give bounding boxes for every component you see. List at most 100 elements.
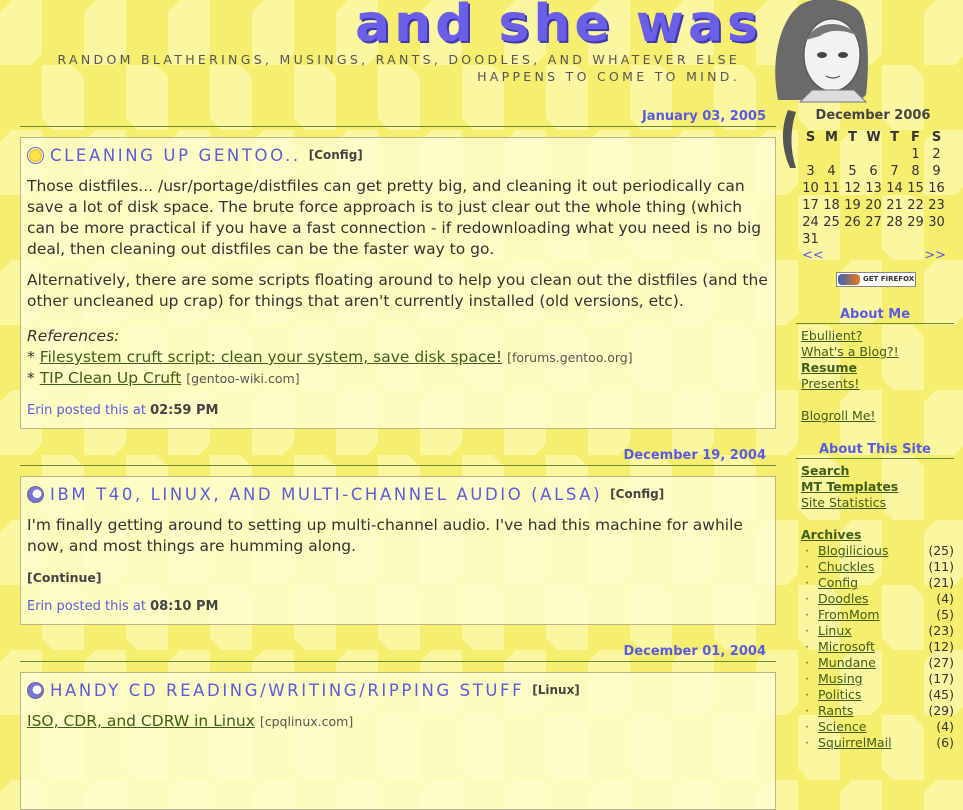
firefox-icon [838,274,860,285]
search-link[interactable]: Search [801,463,849,478]
weekday: T [848,130,857,145]
archive-count: (23) [928,623,954,638]
calendar-week: 17 18 19 20 21 22 23 [800,197,947,214]
about-me-link[interactable]: Presents! [801,376,859,391]
calendar-day [842,146,863,163]
post-time[interactable]: 08:10 PM [150,599,218,614]
archive-link[interactable]: Mundane [818,655,924,671]
entry-title[interactable]: HANDY CD READING/WRITING/RIPPING STUFF [50,681,524,700]
archives-list: · Blogilicious (25) · Chuckles (11) · Config(… [796,543,954,751]
calendar-day: 7 [890,164,899,179]
archive-item: · Science (4) [805,719,954,735]
archive-item: · Mundane (27) [805,655,954,671]
moon-icon [27,485,44,503]
calendar-title: December 2006 [815,108,931,123]
entry-date: January 03, 2005 [20,108,776,127]
calendar-day: 31 [802,232,819,247]
archive-item: · Blogilicious (25) [805,543,954,559]
calendar-day: 25 [823,215,840,230]
calendar-prev-link[interactable]: << [802,248,824,263]
archive-link[interactable]: Chuckles [818,559,924,575]
entry-body: ISO, CDR, and CDRW in Linux [cpqlinux.co… [27,711,769,732]
entry-date: December 01, 2004 [20,643,776,662]
calendar-day: 17 [802,198,819,213]
calendar-day: 14 [886,181,903,196]
calendar-day [800,146,821,163]
archive-count: (4) [936,719,954,734]
archive-link[interactable]: Blogilicious [818,543,924,559]
entry-paragraph: Alternatively, there are some scripts fl… [27,271,768,310]
archive-item: · Chuckles (11) [805,559,954,575]
calendar-day [884,146,905,163]
about-site-links: Search MT Templates Site Statistics [796,463,954,511]
archive-item: · Doodles (4) [805,591,954,607]
about-me-heading: About Me [796,307,954,324]
archive-item: · Rants (29) [805,703,954,719]
calendar-next-link[interactable]: >> [924,248,946,263]
entry-category[interactable]: [Config] [309,148,363,162]
resume-link[interactable]: Resume [801,360,857,375]
get-firefox-button[interactable]: GET FIREFOX [836,272,916,287]
archive-link[interactable]: Config [818,575,924,591]
calendar-week: 3456789 [800,163,947,180]
archive-link[interactable]: Politics [818,687,924,703]
archive-link[interactable]: Musing [818,671,924,687]
about-me-link[interactable]: Ebullient? [801,328,862,343]
post-time[interactable]: 02:59 PM [150,403,218,418]
calendar-day: 16 [928,181,945,196]
weekday: T [890,130,899,145]
site-statistics-link[interactable]: Site Statistics [801,495,886,510]
calendar-day: 5 [848,164,857,179]
weekday: S [805,130,816,145]
archive-item: · Microsoft (12) [805,639,954,655]
entry-title[interactable]: CLEANING UP GENTOO.. [50,146,301,165]
mt-templates-link[interactable]: MT Templates [801,479,898,494]
entry-title[interactable]: IBM T40, LINUX, AND MULTI-CHANNEL AUDIO … [50,485,602,504]
calendar-day: 9 [932,164,941,179]
about-site-heading: About This Site [796,442,954,459]
archive-link[interactable]: SquirrelMail [818,735,924,751]
reference-link[interactable]: Filesystem cruft script: clean your syst… [40,348,502,366]
main-content: January 03, 2005 CLEANING UP GENTOO.. [C… [20,108,776,810]
weekday: W [866,130,881,145]
entry-category[interactable]: [Linux] [532,683,580,697]
firefox-label: GET FIREFOX [863,275,915,283]
moon-icon [27,681,44,699]
blogroll-link[interactable]: Blogroll Me! [801,408,876,423]
calendar-day: 21 [886,198,903,213]
calendar-day [926,231,947,248]
entry-paragraph: Those distfiles... /usr/portage/distfile… [27,177,762,258]
archive-item: · Config (21) [805,575,954,591]
calendar-day: 24 [802,215,819,230]
posted-line: Erin posted this at 08:10 PM [27,599,769,614]
archive-link[interactable]: Linux [818,623,924,639]
sidebar: December 2006 S M T W T F S 12 3456789 1… [796,108,954,751]
posted-line: Erin posted this at 02:59 PM [27,403,769,418]
archive-count: (4) [936,591,954,606]
archive-link[interactable]: Doodles [818,591,924,607]
archive-count: (21) [928,575,954,590]
archive-link[interactable]: FromMom [818,607,924,623]
continue-link[interactable]: [Continue] [27,570,769,585]
archive-item: · Politics (45) [805,687,954,703]
reference-link[interactable]: TIP Clean Up Cruft [40,369,182,387]
archive-count: (5) [936,607,954,622]
archive-count: (45) [928,687,954,702]
calendar: S M T W T F S 12 3456789 10 11 12 13 14 15 16 … [800,129,947,248]
site-header: and she was RANDOM BLATHERINGS, MUSINGS,… [0,0,770,100]
calendar-week: 24 25 26 27 28 29 30 [800,214,947,231]
calendar-day: 18 [823,198,840,213]
posted-by: Erin posted this at [27,599,146,614]
archive-item: · Musing (17) [805,671,954,687]
archive-link[interactable]: Rants [818,703,924,719]
about-me-links: Ebullient? What's a Blog?! Resume Presen… [796,328,954,424]
site-title[interactable]: and she was [355,0,762,54]
archive-link[interactable]: Science [818,719,924,735]
about-me-link[interactable]: What's a Blog?! [801,344,899,359]
calendar-day [821,231,842,248]
archive-link[interactable]: Microsoft [818,639,924,655]
entry-link[interactable]: ISO, CDR, and CDRW in Linux [27,712,255,730]
weekday: M [825,130,838,145]
archives-heading[interactable]: Archives [796,527,954,543]
entry-category[interactable]: [Config] [610,487,664,501]
